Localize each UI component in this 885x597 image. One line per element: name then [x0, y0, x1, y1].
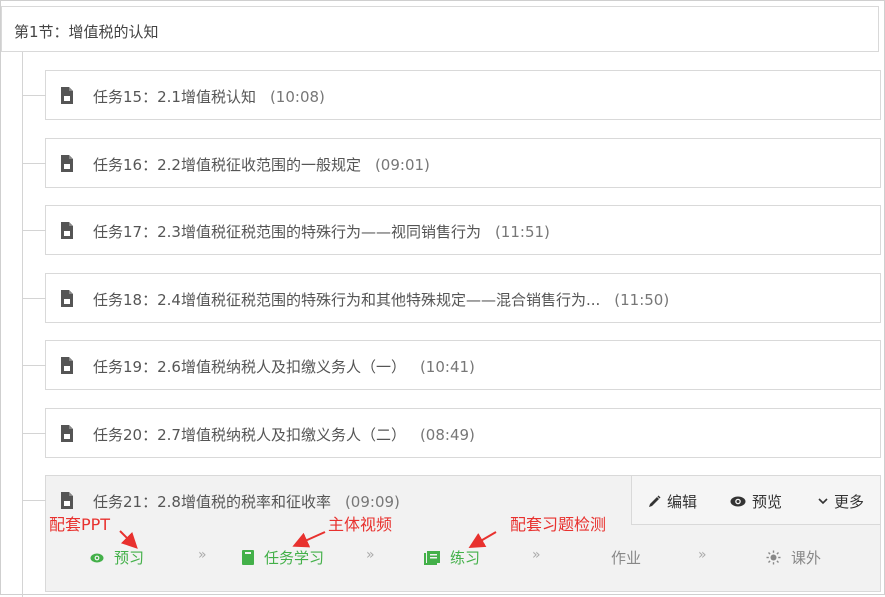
- annotation-arrow-quiz: [468, 531, 497, 549]
- annotation-arrow-video: [292, 531, 326, 548]
- annotation-arrow-ppt: [119, 530, 138, 549]
- annotation-arrows: [119, 530, 497, 549]
